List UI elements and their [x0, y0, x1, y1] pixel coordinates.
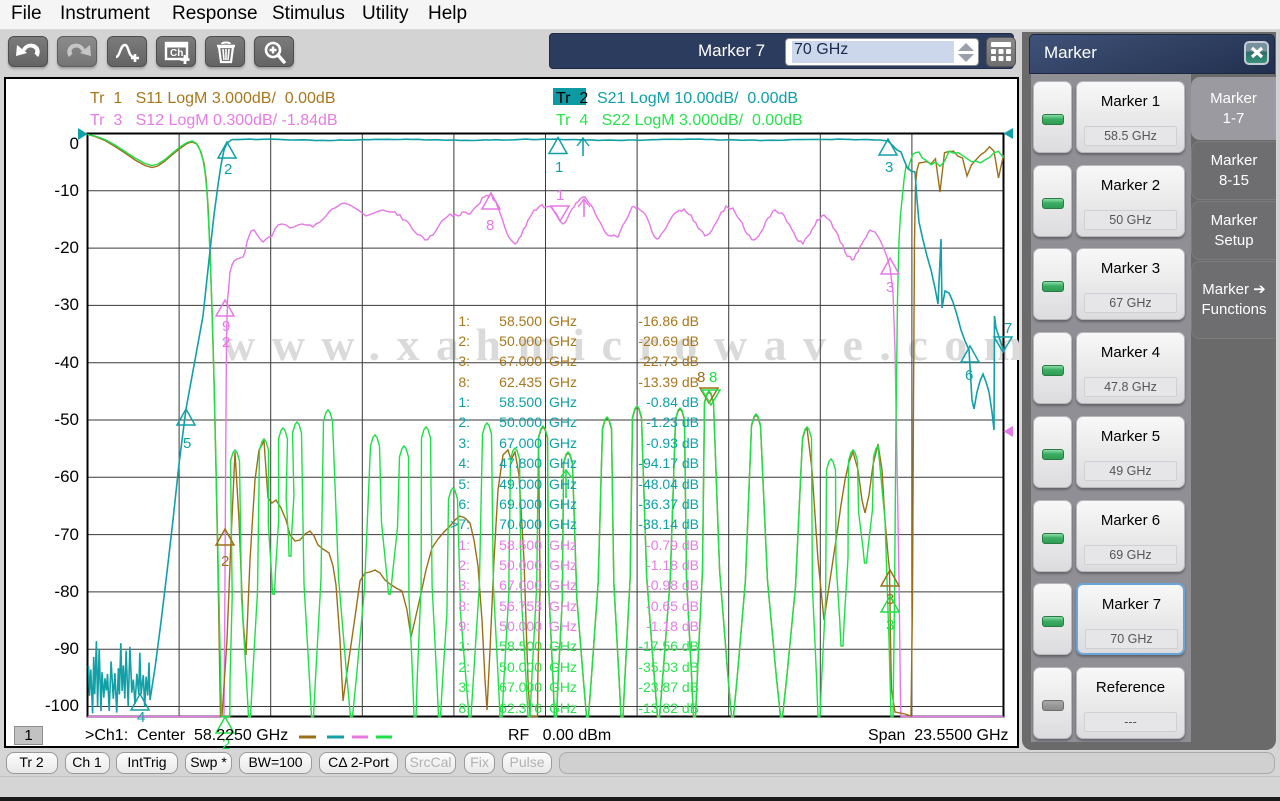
svg-text:3: 3 — [886, 279, 894, 296]
svg-text:8: 8 — [486, 217, 494, 234]
svg-text:2: 2 — [222, 334, 230, 351]
svg-text:1: 1 — [555, 159, 563, 176]
svg-text:9: 9 — [222, 318, 230, 335]
svg-text:8: 8 — [709, 369, 717, 386]
svg-text:2: 2 — [224, 161, 232, 178]
svg-text:3: 3 — [886, 617, 894, 634]
svg-text:7: 7 — [1004, 320, 1012, 337]
svg-text:4: 4 — [137, 709, 145, 726]
svg-text:1: 1 — [556, 187, 564, 204]
svg-text:3: 3 — [885, 159, 893, 176]
svg-text:5: 5 — [183, 435, 191, 452]
svg-text:2: 2 — [221, 553, 229, 570]
svg-text:6: 6 — [965, 367, 973, 384]
